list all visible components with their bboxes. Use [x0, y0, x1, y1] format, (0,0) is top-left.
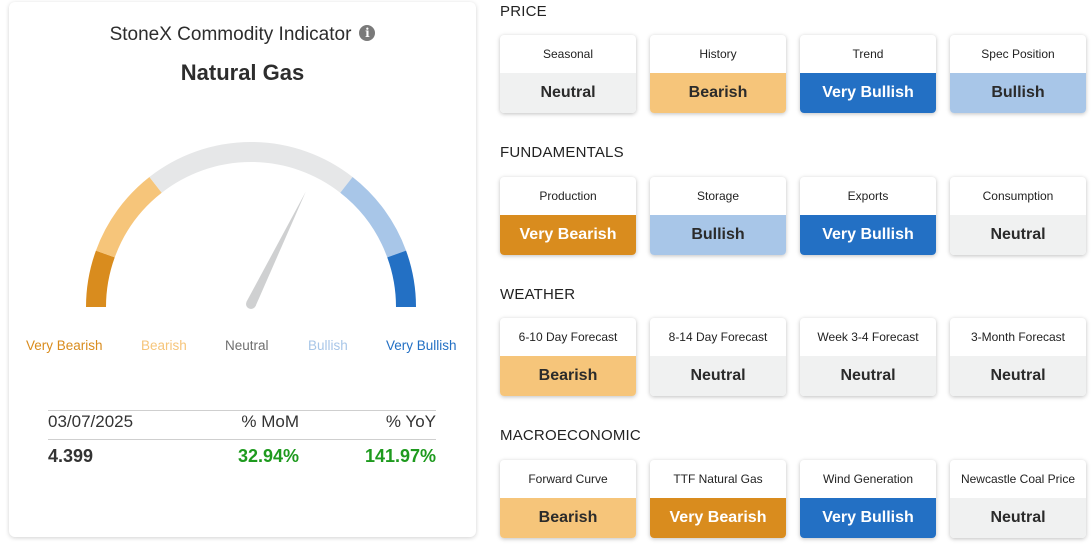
gauge-segment-bearish [95, 176, 162, 258]
card-value: Neutral [950, 215, 1086, 255]
card-value: Bearish [500, 356, 636, 396]
card-value: Bullish [950, 73, 1086, 113]
card-value: Very Bearish [500, 215, 636, 255]
gauge-label-very-bullish: Very Bullish [386, 338, 457, 353]
stats-yoy-label: % YoY [385, 412, 436, 431]
section-title-weather: WEATHER [500, 286, 576, 303]
section-title-macroeconomic: MACROECONOMIC [500, 427, 641, 444]
card-3-month-forecast[interactable]: 3-Month Forecast Neutral [950, 318, 1086, 396]
card-newcastle-coal-price[interactable]: Newcastle Coal Price Neutral [950, 460, 1086, 538]
card-label: 6-10 Day Forecast [518, 330, 618, 344]
gauge-label-bullish: Bullish [308, 338, 348, 353]
stats-yoy-value: 141.97% [364, 446, 436, 466]
card-6-10-day-forecast[interactable]: 6-10 Day Forecast Bearish [500, 318, 636, 396]
card-value: Neutral [800, 356, 936, 396]
card-value: Neutral [500, 73, 636, 113]
card-label: Production [539, 189, 597, 203]
card-forward-curve[interactable]: Forward Curve Bearish [500, 460, 636, 538]
card-week-3-4-forecast[interactable]: Week 3-4 Forecast Neutral [800, 318, 936, 396]
stats-date: 03/07/2025 [48, 412, 134, 431]
gauge-needle [246, 191, 306, 307]
stats-values: 4.399 32.94% 141.97% [48, 446, 436, 472]
card-label: TTF Natural Gas [673, 472, 763, 486]
gauge-segments [86, 142, 416, 308]
card-value: Bearish [500, 498, 636, 538]
card-value: Bullish [650, 215, 786, 255]
gauge-label-very-bearish: Very Bearish [26, 338, 103, 353]
gauge-needle-base [246, 299, 256, 309]
card-value: Neutral [950, 498, 1086, 538]
card-spec-position[interactable]: Spec Position Bullish [950, 35, 1086, 113]
gauge-segment-very-bearish [86, 250, 115, 308]
card-storage[interactable]: Storage Bullish [650, 177, 786, 255]
card-history[interactable]: History Bearish [650, 35, 786, 113]
card-value: Very Bullish [800, 498, 936, 538]
card-value: Neutral [650, 356, 786, 396]
card-value: Neutral [950, 356, 1086, 396]
gauge-segment-very-bullish [387, 250, 416, 308]
card-8-14-day-forecast[interactable]: 8-14 Day Forecast Neutral [650, 318, 786, 396]
card-value: Bearish [650, 73, 786, 113]
card-label: Week 3-4 Forecast [817, 330, 919, 344]
card-label: Storage [696, 189, 740, 203]
card-label: Exports [847, 189, 889, 203]
card-label: Spec Position [981, 47, 1055, 61]
section-title-fundamentals: FUNDAMENTALS [500, 144, 624, 161]
section-title-price: PRICE [500, 3, 547, 20]
sentiment-gauge [86, 142, 416, 309]
card-label: Forward Curve [528, 472, 608, 486]
card-label: Trend [852, 47, 884, 61]
card-consumption[interactable]: Consumption Neutral [950, 177, 1086, 255]
card-production[interactable]: Production Very Bearish [500, 177, 636, 255]
card-seasonal[interactable]: Seasonal Neutral [500, 35, 636, 113]
card-value: Very Bullish [800, 215, 936, 255]
gauge-labels: Very Bearish Bearish Neutral Bullish Ver… [9, 338, 476, 358]
card-label: Newcastle Coal Price [960, 472, 1076, 486]
indicator-panel: StoneX Commodity Indicator i Natural Gas … [9, 2, 476, 537]
card-label: Wind Generation [822, 472, 914, 486]
card-value: Very Bullish [800, 73, 936, 113]
card-label: 3-Month Forecast [970, 330, 1066, 344]
card-value: Very Bearish [650, 498, 786, 538]
card-trend[interactable]: Trend Very Bullish [800, 35, 936, 113]
stats-top-divider [48, 410, 436, 411]
card-exports[interactable]: Exports Very Bullish [800, 177, 936, 255]
gauge-label-bearish: Bearish [141, 338, 187, 353]
stats-mom-label: % MoM [241, 412, 299, 431]
card-label: Consumption [982, 189, 1054, 203]
stats-price: 4.399 [48, 446, 94, 466]
stats-mom-value: 32.94% [237, 446, 299, 466]
gauge-label-neutral: Neutral [225, 338, 269, 353]
card-label: Seasonal [542, 47, 594, 61]
card-ttf-natural-gas[interactable]: TTF Natural Gas Very Bearish [650, 460, 786, 538]
gauge-segment-bullish [340, 176, 407, 258]
card-label: History [699, 47, 737, 61]
card-wind-generation[interactable]: Wind Generation Very Bullish [800, 460, 936, 538]
card-label: 8-14 Day Forecast [668, 330, 768, 344]
gauge-segment-neutral [149, 142, 353, 193]
stats-header: 03/07/2025 % MoM % YoY [48, 412, 436, 440]
